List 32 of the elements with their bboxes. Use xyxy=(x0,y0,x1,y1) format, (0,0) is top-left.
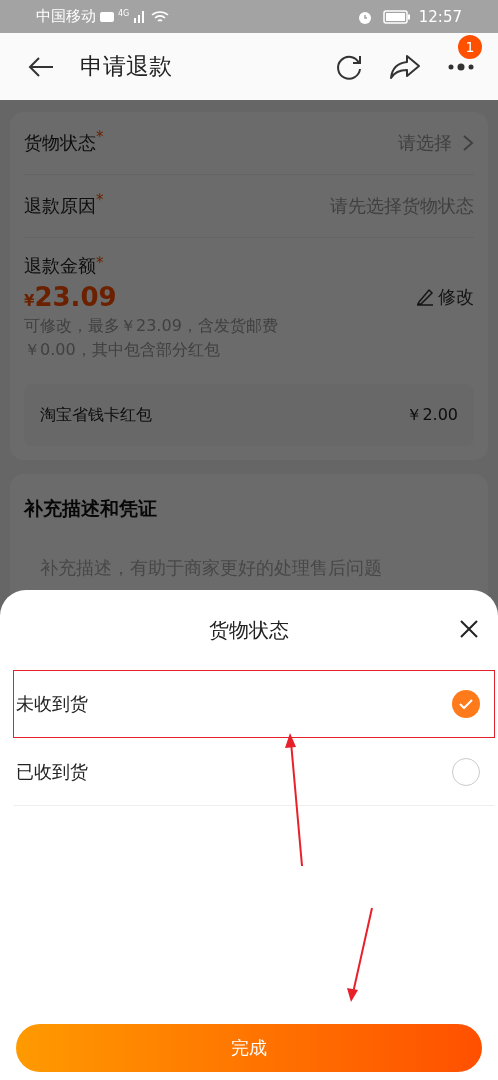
pencil-icon xyxy=(416,288,434,306)
section-title: 补充描述和凭证 xyxy=(24,496,158,521)
bonus-label: 淘宝省钱卡红包 xyxy=(40,404,152,426)
field-label: 货物状态 xyxy=(24,132,96,155)
required-mark: * xyxy=(96,254,104,272)
page-title: 申请退款 xyxy=(80,52,173,81)
carrier: 中国移动 xyxy=(36,7,96,26)
chevron-icon xyxy=(462,134,474,152)
clock: 12:57 xyxy=(418,7,462,26)
battery-icon xyxy=(382,9,411,24)
network-type: 4G xyxy=(118,9,130,18)
option-label: 未收到货 xyxy=(16,692,88,716)
more-icon xyxy=(446,62,476,71)
highlighted-option[interactable]: 未收到货 xyxy=(13,670,495,738)
refund-amount: 23.09 xyxy=(34,282,117,312)
status-option[interactable]: 已收到货 xyxy=(13,738,495,806)
radio-button[interactable] xyxy=(452,758,480,786)
field-label: 退款原因 xyxy=(24,195,96,218)
wifi-icon xyxy=(151,9,170,24)
required-mark: * xyxy=(96,128,104,146)
done-button[interactable]: 完成 xyxy=(16,1024,482,1072)
close-icon[interactable] xyxy=(458,618,480,640)
currency-sign: ¥ xyxy=(24,292,35,310)
required-mark: * xyxy=(96,191,104,209)
field-label: 退款金额 xyxy=(24,254,96,278)
check-icon xyxy=(458,698,474,710)
option-label: 已收到货 xyxy=(16,760,88,784)
sheet-title: 货物状态 xyxy=(209,616,289,644)
notification-badge: 1 xyxy=(458,34,482,59)
radio-button[interactable] xyxy=(452,690,480,718)
bonus-value: ￥2.00 xyxy=(406,404,458,426)
edit-button[interactable]: 修改 xyxy=(416,285,474,309)
